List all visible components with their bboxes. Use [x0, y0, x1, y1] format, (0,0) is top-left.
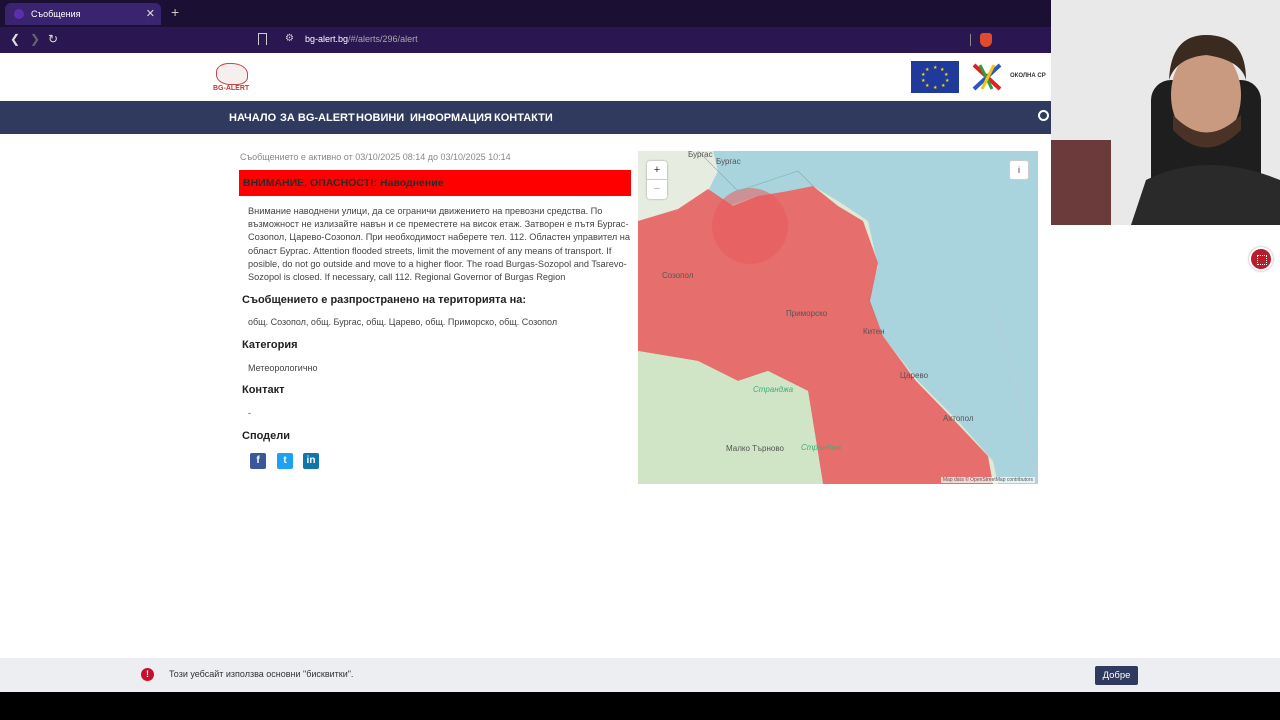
bookmark-icon[interactable] — [258, 33, 267, 45]
contact-heading: Контакт — [242, 384, 285, 396]
bulgaria-map-icon — [216, 63, 248, 85]
category-text: Метеорологично — [248, 363, 318, 373]
zoom-out-button[interactable]: − — [647, 180, 667, 199]
okolna-sreda-mark-icon — [972, 63, 1002, 91]
nav-news[interactable]: НОВИНИ — [356, 112, 404, 124]
nav-information[interactable]: ИНФОРМАЦИЯ — [410, 112, 492, 124]
address-bar: ❮ ❯ ↻ ⚙ bg-alert.bg/#/alerts/296/alert — [0, 27, 1051, 53]
nav-contacts[interactable]: КОНТАКТИ — [494, 112, 553, 124]
map-label-primorsko: Приморско — [786, 309, 828, 318]
alert-map[interactable]: Бургас Бургас Созопол Приморско Китен Ст… — [638, 151, 1038, 484]
cookie-message: Този уебсайт използва основни "бисквитки… — [169, 669, 354, 679]
share-heading: Сподели — [242, 430, 291, 442]
map-label-strandzha-2: Странджа — [801, 443, 842, 452]
tab-favicon-icon — [14, 9, 24, 19]
map-zoom-control: + − — [647, 161, 667, 199]
search-icon[interactable] — [1038, 110, 1049, 121]
map-label-ahtopol: Ахтопол — [943, 414, 974, 423]
map-label-burgas: Бургас — [716, 157, 741, 166]
browser-tab[interactable]: Съобщения ✕ — [5, 3, 161, 25]
map-label-kiten: Китен — [863, 327, 885, 336]
facebook-share-icon[interactable]: f — [250, 453, 266, 469]
webcam-feed — [1051, 0, 1280, 225]
toolbar-divider — [970, 34, 971, 46]
map-label-strandzha: Странджа — [753, 385, 794, 394]
linkedin-share-icon[interactable]: in — [303, 453, 319, 469]
territory-heading: Съобщението е разпространено на територи… — [242, 294, 526, 306]
zoom-in-button[interactable]: + — [647, 161, 667, 180]
map-label-tsarevo: Царево — [900, 371, 929, 380]
reload-icon[interactable]: ↻ — [48, 32, 58, 46]
site-settings-icon[interactable]: ⚙ — [285, 33, 294, 44]
tab-title: Съобщения — [31, 9, 81, 19]
partner-text: ОКОЛНА СР — [1010, 73, 1046, 79]
nav-about[interactable]: ЗА BG-ALERT — [280, 112, 355, 124]
back-icon[interactable]: ❮ — [10, 32, 20, 46]
active-period: Съобщението е активно от 03/10/2025 08:1… — [240, 152, 511, 162]
cookie-banner: ! Този уебсайт използва основни "бисквит… — [0, 658, 1280, 692]
forward-icon[interactable]: ❯ — [30, 32, 40, 46]
map-canvas — [638, 151, 1038, 484]
map-attribution: Map data © OpenStreetMap contributors — [940, 477, 1035, 483]
alert-description: Внимание наводнени улици, да се ограничи… — [248, 206, 630, 283]
bottom-bar — [0, 692, 1280, 720]
logo-text: BG-ALERT — [213, 85, 250, 92]
tab-close-icon[interactable]: ✕ — [146, 3, 155, 25]
territory-text: общ. Созопол, общ. Бургас, общ. Царево, … — [248, 317, 558, 327]
map-info-button[interactable]: i — [1009, 160, 1029, 180]
map-label-burgas-west: Бургас — [688, 151, 713, 159]
map-label-malko-tarnovo: Малко Търново — [726, 444, 784, 453]
map-label-sozopol: Созопол — [662, 271, 694, 280]
cookie-alert-icon: ! — [141, 668, 154, 681]
contact-text: - — [248, 408, 251, 418]
alert-title: ВНИМАНИЕ, ОПАСНОСТ!: Наводнение — [239, 170, 631, 196]
url-domain: bg-alert.bg — [305, 34, 349, 44]
twitter-share-icon[interactable]: t — [277, 453, 293, 469]
url-path: /#/alerts/296/alert — [348, 34, 418, 44]
okolna-sreda-logo: ОКОЛНА СР — [968, 61, 1051, 93]
url-field[interactable]: bg-alert.bg/#/alerts/296/alert — [305, 34, 418, 44]
browser-tabbar: Съобщения ✕ + — [0, 0, 1051, 27]
calendar-widget-icon[interactable] — [1249, 247, 1273, 271]
bg-alert-logo[interactable]: BG-ALERT — [212, 61, 252, 95]
new-tab-icon[interactable]: + — [171, 4, 179, 20]
category-heading: Категория — [242, 339, 298, 351]
eu-flag-logo: ★ ★ ★ ★ ★ ★ ★ ★ ★ ★ — [911, 61, 959, 93]
cookie-accept-button[interactable]: Добре — [1095, 666, 1138, 685]
nav-home[interactable]: НАЧАЛО — [229, 112, 276, 124]
brave-shield-icon[interactable] — [980, 33, 992, 47]
webcam-overlay — [1051, 0, 1280, 225]
